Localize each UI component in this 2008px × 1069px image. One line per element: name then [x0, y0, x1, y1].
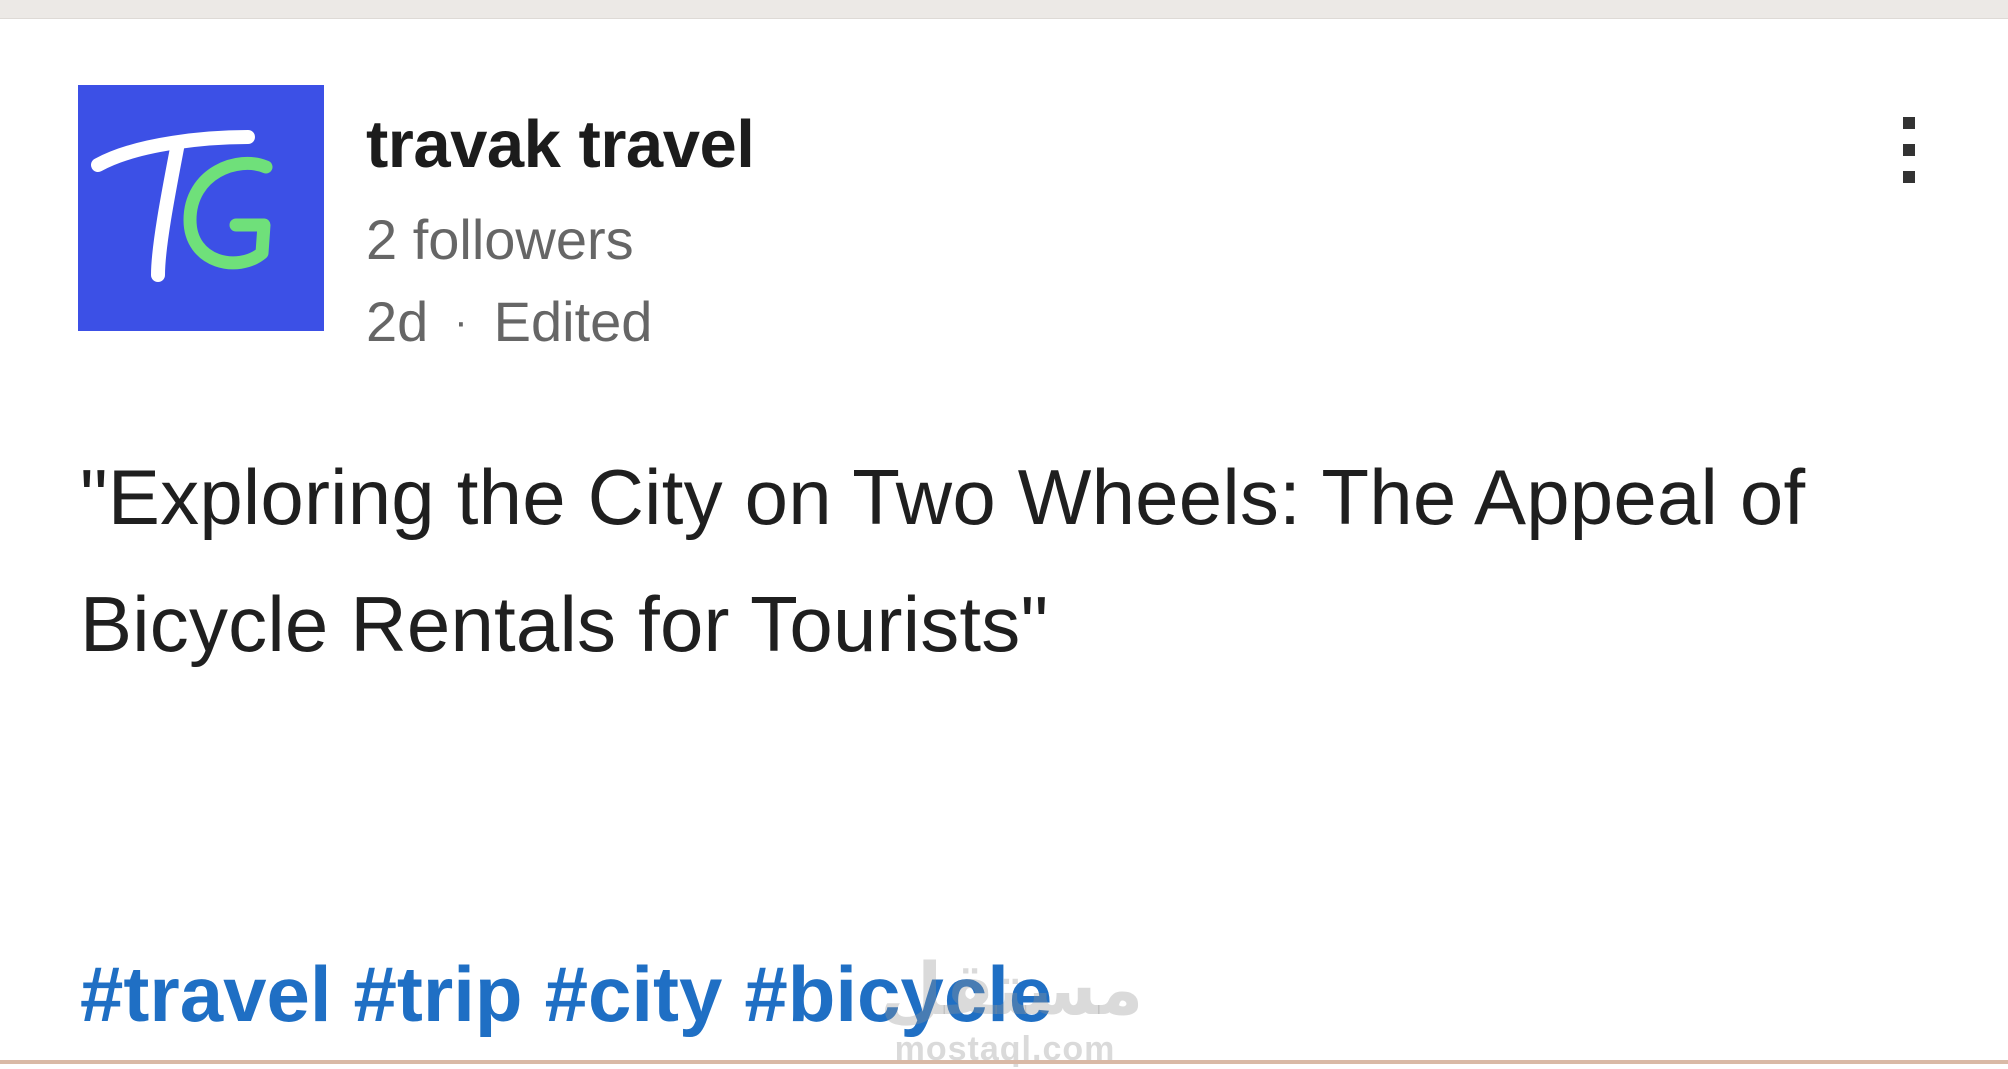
edited-label: Edited: [493, 290, 653, 353]
meta-separator: ·: [454, 300, 468, 344]
tg-logo-icon: [91, 130, 273, 282]
company-logo[interactable]: [78, 85, 324, 331]
author-name[interactable]: travak travel: [366, 106, 755, 183]
post-age: 2d: [366, 290, 429, 353]
post-meta: 2d · Edited: [366, 289, 652, 354]
post-card: travak travel 2 followers 2d · Edited "Exp…: [0, 19, 2008, 1068]
hashtag-trip[interactable]: #trip: [354, 950, 523, 1038]
bottom-border: [0, 1060, 2008, 1064]
hashtag-travel[interactable]: #travel: [80, 950, 332, 1038]
hashtag-list: #travel #trip #city #bicycle: [80, 949, 1074, 1040]
more-options-button[interactable]: [1880, 101, 1940, 201]
hashtag-bicycle[interactable]: #bicycle: [744, 950, 1052, 1038]
follower-count: 2 followers: [366, 208, 634, 271]
vertical-ellipsis-icon: [1903, 117, 1915, 183]
hashtag-city[interactable]: #city: [545, 950, 723, 1038]
post-body-text: "Exploring the City on Two Wheels: The A…: [80, 453, 1806, 668]
top-browser-strip: [0, 0, 2008, 19]
